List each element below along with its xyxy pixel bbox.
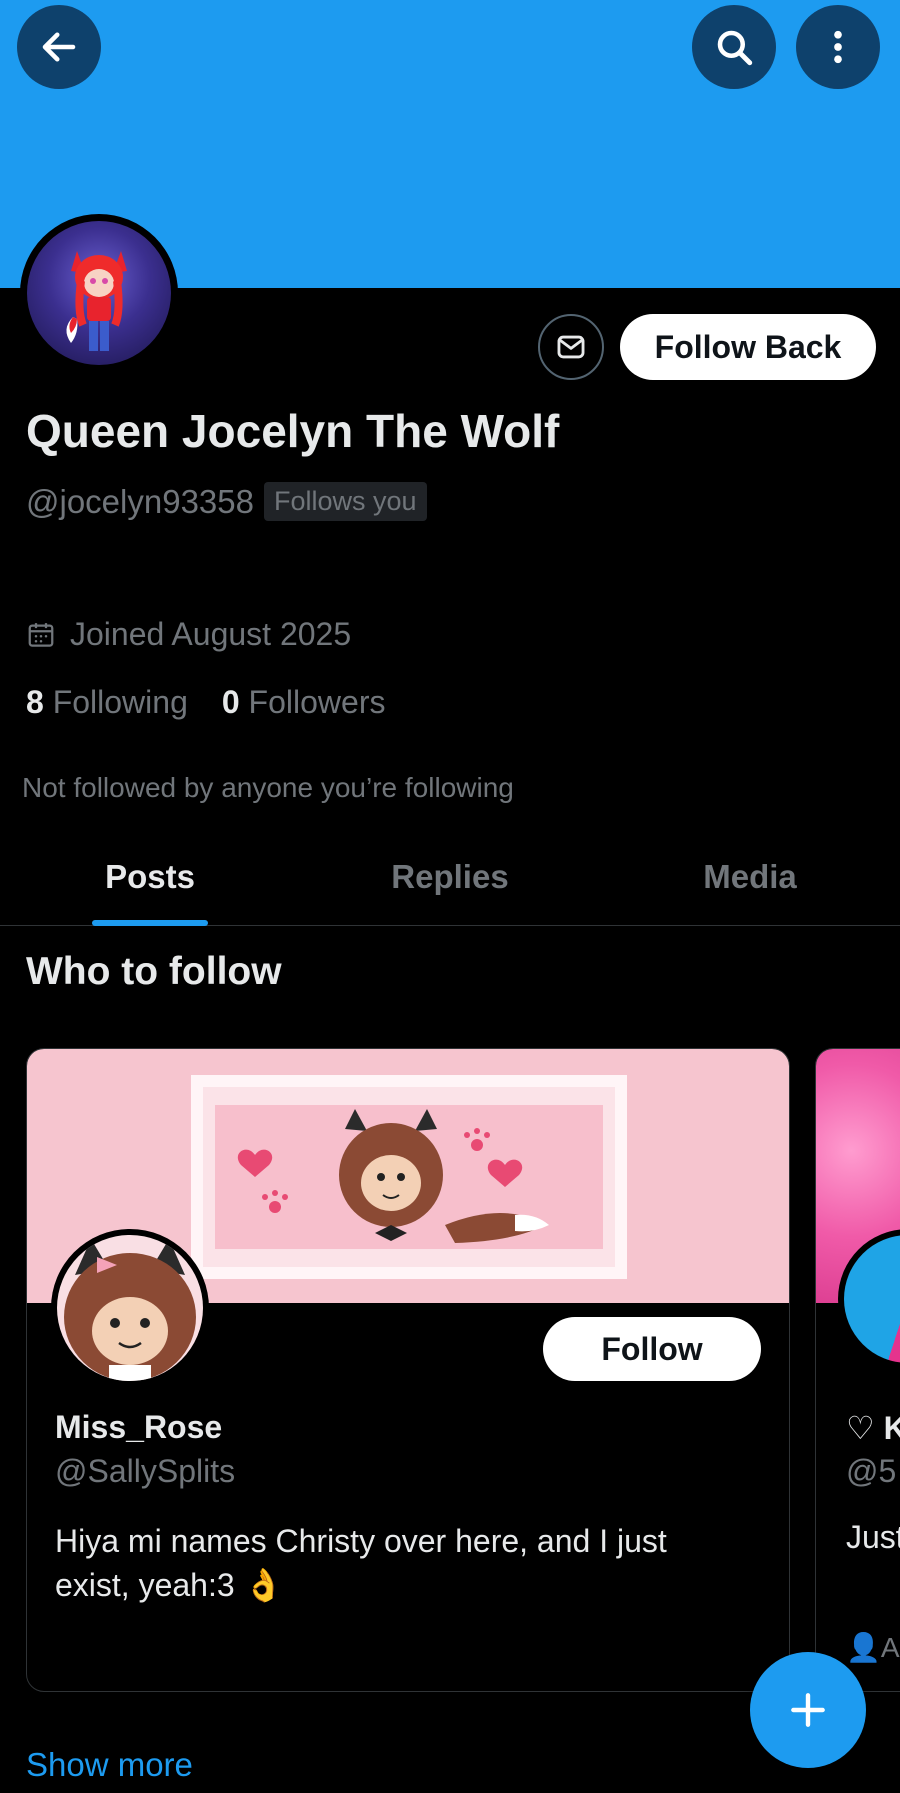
more-vertical-icon	[834, 30, 842, 64]
follow-button[interactable]: Follow	[543, 1317, 761, 1381]
card-bio: Hiya mi names Christy over here, and I j…	[55, 1523, 667, 1603]
search-button[interactable]	[692, 5, 776, 89]
tab-posts[interactable]: Posts	[0, 844, 300, 926]
tab-label: Posts	[105, 858, 195, 895]
card-bio: Just	[846, 1519, 900, 1555]
not-followed-text: Not followed by anyone you’re following	[22, 772, 514, 803]
tab-replies[interactable]: Replies	[300, 844, 600, 925]
handle-row: @jocelyn93358 Follows you	[26, 482, 427, 521]
card-footer-text: Ar	[880, 1632, 900, 1663]
tab-label: Media	[703, 858, 797, 895]
profile-tabs: Posts Replies Media	[0, 844, 900, 926]
card-avatar-image	[57, 1235, 203, 1381]
suggestion-card-partial[interactable]: ♡ K @5 Just 👤Ar	[815, 1048, 900, 1692]
tab-label: Replies	[391, 858, 509, 895]
who-to-follow-title: Who to follow	[26, 950, 282, 993]
follow-counts: 8 Following 0 Followers	[26, 684, 385, 721]
profile-handle: @jocelyn93358	[26, 482, 254, 520]
active-tab-indicator	[92, 920, 208, 926]
show-more-link[interactable]: Show more	[26, 1746, 193, 1784]
profile-avatar[interactable]	[20, 214, 178, 372]
profile-name: Queen Jocelyn The Wolf	[26, 405, 560, 457]
card-avatar[interactable]	[51, 1229, 209, 1387]
card-handle: @SallySplits	[55, 1453, 236, 1489]
avatar-image	[27, 221, 171, 365]
search-icon	[717, 30, 753, 66]
message-button[interactable]	[538, 314, 604, 380]
followers-label: Followers	[248, 684, 386, 720]
envelope-icon	[557, 335, 585, 359]
plus-icon	[791, 1693, 825, 1727]
card-handle: @5	[846, 1453, 897, 1489]
following-count: 8	[26, 684, 44, 720]
more-options-button[interactable]	[796, 5, 880, 89]
followers-count: 0	[221, 684, 240, 720]
back-button[interactable]	[17, 5, 101, 89]
card-banner-art	[191, 1075, 627, 1279]
joined-date: Joined August 2025	[70, 616, 352, 652]
follows-you-badge: Follows you	[264, 482, 427, 521]
suggestion-card[interactable]: Follow Miss_Rose @SallySplits Hiya mi na…	[26, 1048, 790, 1692]
calendar-icon	[28, 622, 54, 647]
card-name: Miss_Rose	[55, 1409, 223, 1445]
person-icon: 👤	[846, 1632, 881, 1663]
joined-row: Joined August 2025	[26, 616, 351, 653]
following-label: Following	[52, 684, 188, 720]
compose-fab[interactable]	[750, 1652, 866, 1768]
follow-back-button[interactable]: Follow Back	[620, 314, 876, 380]
tab-media[interactable]: Media	[600, 844, 900, 925]
card-name: ♡ K	[846, 1410, 900, 1446]
arrow-left-icon	[42, 32, 76, 62]
followers-link[interactable]: 0 Followers	[222, 684, 386, 721]
card-footer: 👤Ar	[846, 1631, 900, 1664]
following-link[interactable]: 8 Following	[26, 684, 188, 721]
